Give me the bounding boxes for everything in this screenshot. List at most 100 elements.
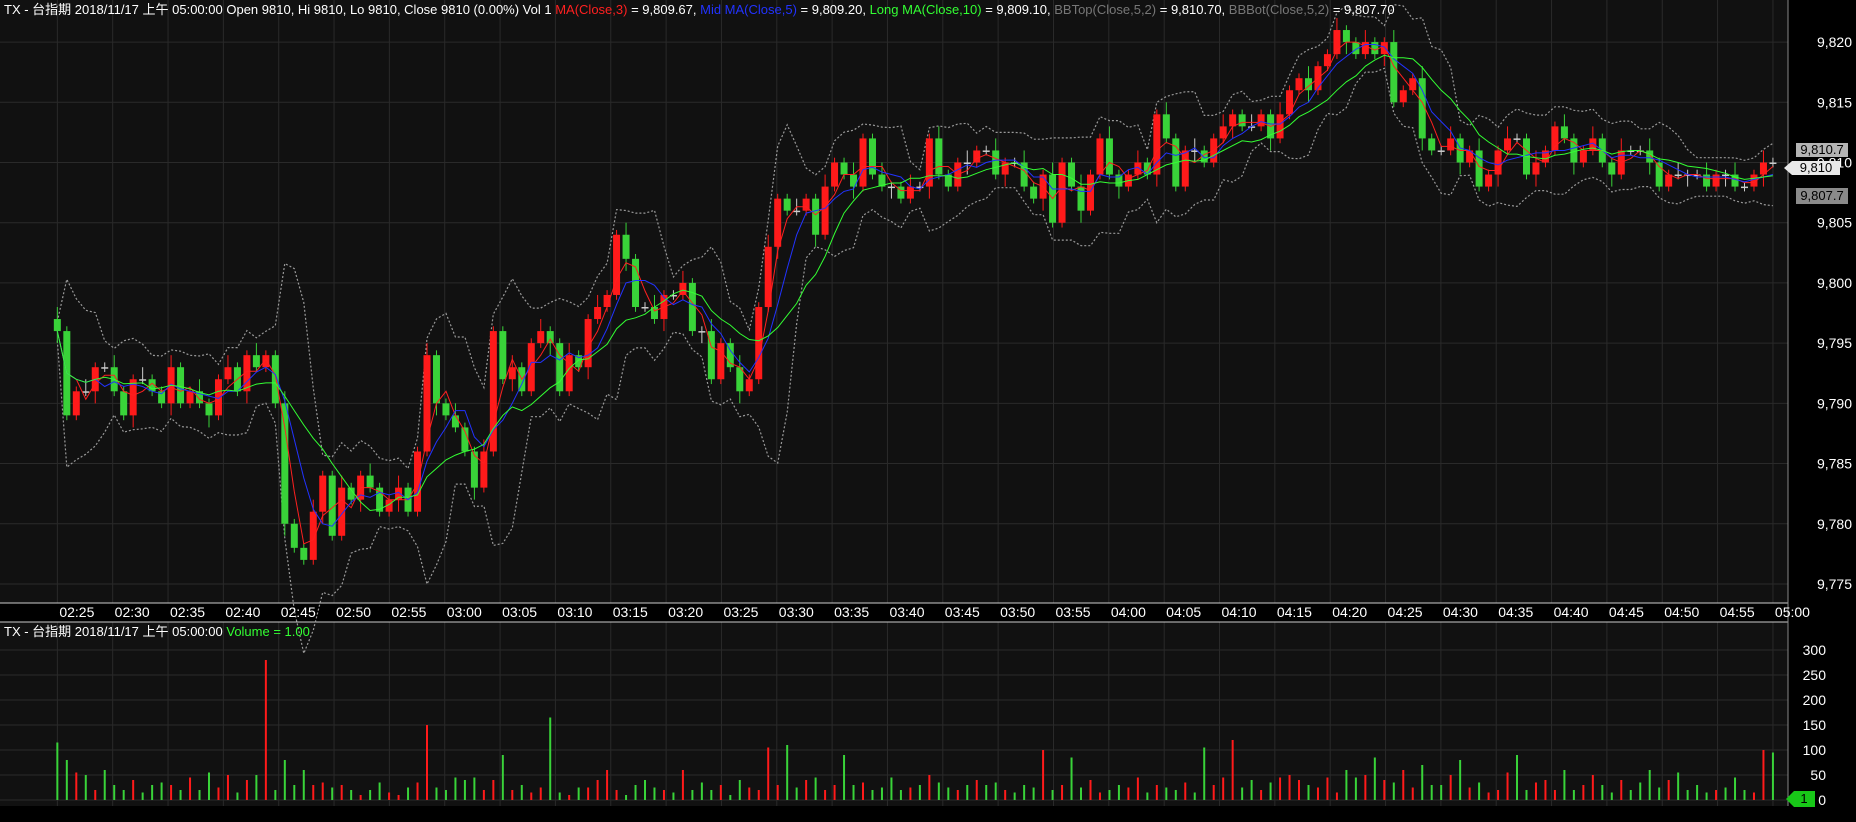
candle-body: [366, 475, 374, 488]
bbtop-price-tag: 9,810.7: [1796, 142, 1848, 157]
candle-body: [688, 282, 696, 332]
candle-body: [442, 403, 450, 416]
time-axis-label: 04:15: [1277, 604, 1312, 620]
time-axis-label: 03:40: [889, 604, 924, 620]
candle-body: [622, 234, 630, 259]
candle-body: [887, 186, 895, 189]
candle-body: [1390, 42, 1398, 103]
volume-tag-text: 1: [1800, 791, 1807, 806]
time-axis-label: 03:35: [834, 604, 869, 620]
volume-axis-label: 150: [1803, 717, 1827, 733]
candle-body: [432, 355, 440, 404]
vol-header-datetime: 2018/11/17 上午 05:00:00: [75, 624, 223, 639]
time-axis-label: 04:35: [1498, 604, 1533, 620]
candle-body: [101, 367, 109, 369]
candle-body: [451, 415, 459, 428]
chart-canvas[interactable]: 9,775 9,780 9,785 9,790 9,795 9,800 9,805 9,810…: [0, 0, 1856, 822]
candle-body: [271, 355, 279, 404]
candle-body: [537, 331, 545, 344]
ma5-label: Mid MA(Close,5): [700, 2, 797, 17]
candle-body: [139, 379, 147, 381]
candle-body: [793, 210, 801, 213]
candle-body: [1513, 138, 1521, 140]
candle-body: [205, 403, 213, 416]
volume-axis-label: 0: [1818, 792, 1826, 808]
candle-body: [774, 198, 782, 247]
header-ohlc: Open 9810, Hi 9810, Lo 9810, Close 9810 …: [226, 2, 551, 17]
volume-header: TX - 台指期 2018/11/17 上午 05:00:00 Volume =…: [4, 624, 310, 639]
time-axis-label: 04:25: [1388, 604, 1423, 620]
candle-body: [698, 331, 706, 333]
candle-body: [1579, 150, 1587, 163]
price-axis-label: 9,820: [1817, 34, 1852, 50]
candle-body: [1437, 150, 1445, 152]
candle-body: [1703, 174, 1711, 187]
time-axis-label: 02:50: [336, 604, 371, 620]
ma3-value: = 9,809.67,: [627, 2, 700, 17]
candle-body: [594, 307, 602, 320]
price-axis-label: 9,780: [1817, 516, 1852, 532]
time-axis-label: 02:30: [115, 604, 150, 620]
candle-body: [1769, 162, 1777, 164]
candle-body: [641, 307, 649, 309]
candle-body: [1504, 138, 1512, 151]
candle-body: [1276, 114, 1284, 139]
time-axis-label: 02:55: [391, 604, 426, 620]
candle-body: [1740, 186, 1748, 189]
price-axis-label: 9,815: [1817, 94, 1852, 110]
candle-body: [1560, 126, 1568, 139]
candle-body: [1058, 162, 1066, 223]
candle-body: [1115, 174, 1123, 187]
bbtop-value: = 9,810.70,: [1156, 2, 1229, 17]
candle-body: [1532, 162, 1540, 175]
candle-body: [214, 379, 222, 416]
candle-body: [546, 331, 554, 344]
time-axis-label: 03:20: [668, 604, 703, 620]
candle-body: [821, 186, 829, 235]
volume-axis-label: 300: [1803, 642, 1827, 658]
candle-body: [53, 319, 61, 332]
time-axis-label: 04:50: [1664, 604, 1699, 620]
price-axis-label: 9,785: [1817, 456, 1852, 472]
price-axis-label: 9,790: [1817, 395, 1852, 411]
time-axis-label: 02:45: [281, 604, 316, 620]
price-panel[interactable]: [0, 0, 1788, 603]
time-axis-label: 02:40: [225, 604, 260, 620]
volume-axis-label: 250: [1803, 667, 1827, 683]
candle-body: [1257, 114, 1265, 127]
candle-body: [755, 307, 763, 380]
candle-body: [499, 331, 507, 380]
header-symbol: TX - 台指期: [4, 2, 71, 17]
vol-header-symbol: TX - 台指期: [4, 624, 71, 639]
header-datetime: 2018/11/17 上午 05:00:00: [75, 2, 223, 17]
candle-body: [982, 150, 990, 152]
ma3-label: MA(Close,3): [555, 2, 627, 17]
time-axis-label: 03:30: [779, 604, 814, 620]
candle-body: [508, 367, 516, 380]
volume-label: Volume = 1.00: [226, 624, 309, 639]
time-axis-label: 02:35: [170, 604, 205, 620]
candle-body: [72, 391, 80, 416]
bbbot-tag-text: 9,807.7: [1800, 188, 1843, 203]
candle-body: [281, 403, 289, 524]
time-axis-label: 04:05: [1166, 604, 1201, 620]
candle-body: [783, 198, 791, 211]
candle-body: [1286, 90, 1294, 115]
candle-body: [1295, 78, 1303, 91]
ma5-value: = 9,809.20,: [797, 2, 870, 17]
candle-body: [1105, 138, 1113, 175]
time-axis-label: 05:00: [1775, 604, 1810, 620]
bbbot-price-tag: 9,807.7: [1796, 188, 1848, 204]
candle-body: [1030, 186, 1038, 199]
candle-body: [1086, 174, 1094, 211]
candle-body: [224, 367, 232, 380]
bbtop-tag-text: 9,810.7: [1800, 142, 1843, 157]
ma10-value: = 9,809.10,: [982, 2, 1055, 17]
candle-body: [1342, 30, 1350, 43]
candle-body: [319, 475, 327, 512]
time-axis-label: 04:55: [1720, 604, 1755, 620]
volume-axis-label: 200: [1803, 692, 1827, 708]
candle-body: [812, 198, 820, 235]
candle-body: [1409, 78, 1417, 91]
time-axis-label: 03:15: [613, 604, 648, 620]
